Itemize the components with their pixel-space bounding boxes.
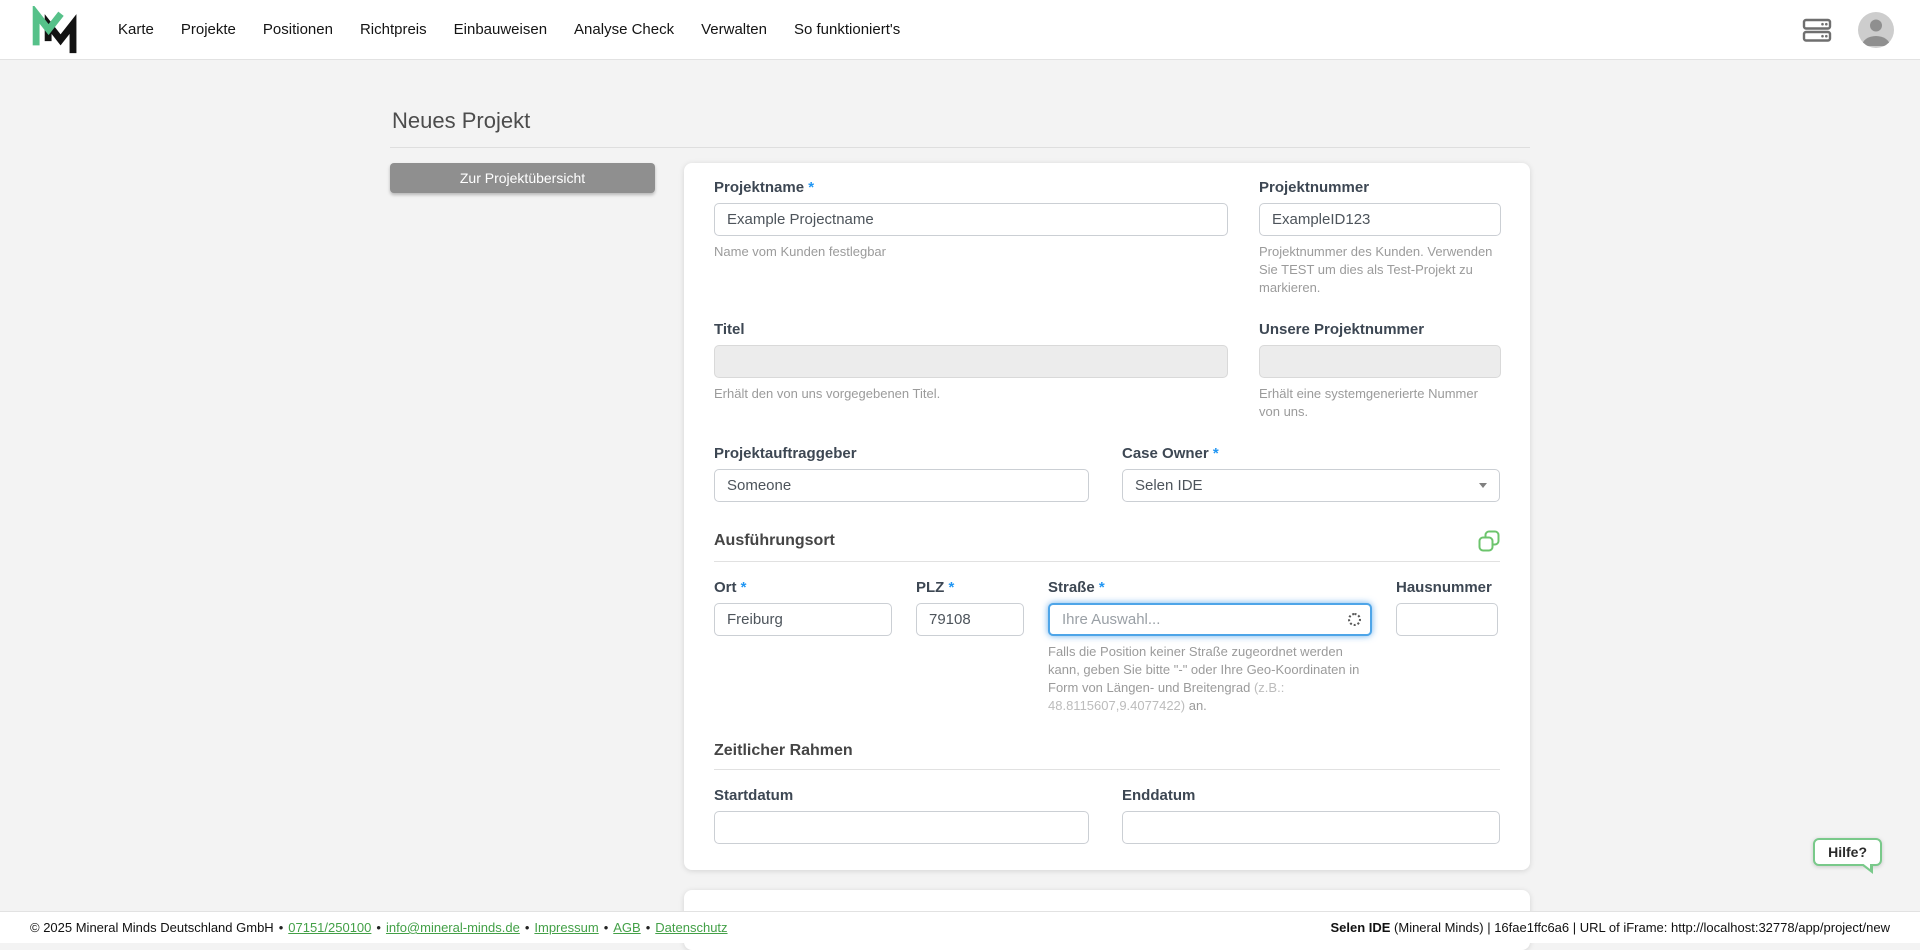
nav-item-richtpreis[interactable]: Richtpreis <box>360 21 427 38</box>
startdatum-label: Startdatum <box>714 787 1089 804</box>
top-navigation-bar: Karte Projekte Positionen Richtpreis Ein… <box>0 0 1920 60</box>
plz-input[interactable] <box>916 603 1024 636</box>
nav-item-positionen[interactable]: Positionen <box>263 21 333 38</box>
footer-link-agb[interactable]: AGB <box>613 920 640 935</box>
projektnummer-label: Projektnummer <box>1259 179 1501 196</box>
strasse-label: Straße * <box>1048 579 1372 596</box>
chevron-down-icon <box>1479 483 1487 488</box>
footer-bar: © 2025 Mineral Minds Deutschland GmbH•07… <box>0 911 1920 943</box>
startdatum-input[interactable] <box>714 811 1089 844</box>
section-title-zeitlicher-rahmen: Zeitlicher Rahmen <box>714 742 853 760</box>
help-button[interactable]: Hilfe? <box>1813 838 1882 866</box>
footer-link-impressum[interactable]: Impressum <box>534 920 598 935</box>
nav-item-so-funktionierts[interactable]: So funktioniert's <box>794 21 900 38</box>
titel-input <box>714 345 1228 378</box>
strasse-input[interactable] <box>1048 603 1372 636</box>
unsere-projektnummer-label: Unsere Projektnummer <box>1259 321 1501 338</box>
title-divider <box>390 147 1530 148</box>
plz-label: PLZ * <box>916 579 1024 596</box>
loading-spinner-icon <box>1348 613 1361 626</box>
copy-location-icon[interactable] <box>1478 530 1500 552</box>
footer-link-datenschutz[interactable]: Datenschutz <box>655 920 727 935</box>
enddatum-label: Enddatum <box>1122 787 1500 804</box>
nav-item-projekte[interactable]: Projekte <box>181 21 236 38</box>
projektauftraggeber-input[interactable] <box>714 469 1089 502</box>
projektnummer-input[interactable] <box>1259 203 1501 236</box>
server-rack-icon[interactable] <box>1802 17 1832 43</box>
required-asterisk: * <box>1213 445 1219 462</box>
footer-link-email[interactable]: info@mineral-minds.de <box>386 920 520 935</box>
required-asterisk: * <box>741 579 747 596</box>
section-title-ausfuehrungsort: Ausführungsort <box>714 532 835 550</box>
case-owner-selected-value: Selen IDE <box>1135 477 1203 494</box>
nav-item-einbauweisen[interactable]: Einbauweisen <box>454 21 547 38</box>
projektname-label: Projektname * <box>714 179 1228 196</box>
case-owner-label: Case Owner * <box>1122 445 1500 462</box>
footer-left: © 2025 Mineral Minds Deutschland GmbH•07… <box>30 920 728 935</box>
copyright-text: © 2025 Mineral Minds Deutschland GmbH <box>30 920 274 935</box>
titel-helper: Erhält den von uns vorgegebenen Titel. <box>714 385 1228 403</box>
required-asterisk: * <box>808 179 814 196</box>
hausnummer-input[interactable] <box>1396 603 1498 636</box>
project-form-card: Projektname * Name vom Kunden festlegbar… <box>684 163 1530 870</box>
unsere-projektnummer-helper: Erhält eine systemgenerierte Nummer von … <box>1259 385 1501 421</box>
footer-user-name: Selen IDE <box>1330 920 1390 935</box>
required-asterisk: * <box>949 579 955 596</box>
footer-session-info: (Mineral Minds) | 16fae1ffc6a6 | URL of … <box>1390 920 1890 935</box>
projektnummer-helper: Projektnummer des Kunden. Verwenden Sie … <box>1259 243 1501 297</box>
case-owner-select[interactable]: Selen IDE <box>1122 469 1500 502</box>
nav-item-analyse-check[interactable]: Analyse Check <box>574 21 674 38</box>
strasse-helper: Falls die Position keiner Straße zugeord… <box>1048 643 1372 715</box>
unsere-projektnummer-input <box>1259 345 1501 378</box>
ort-input[interactable] <box>714 603 892 636</box>
mineral-minds-logo[interactable] <box>26 6 84 54</box>
main-content: Neues Projekt Zur Projektübersicht Proje… <box>0 60 1920 950</box>
nav-item-karte[interactable]: Karte <box>118 21 154 38</box>
projektname-input[interactable] <box>714 203 1228 236</box>
hausnummer-label: Hausnummer <box>1396 579 1498 596</box>
required-asterisk: * <box>1099 579 1105 596</box>
user-avatar-icon[interactable] <box>1858 12 1894 48</box>
ort-label: Ort * <box>714 579 892 596</box>
main-nav: Karte Projekte Positionen Richtpreis Ein… <box>118 21 900 38</box>
page-title: Neues Projekt <box>392 108 1530 134</box>
titel-label: Titel <box>714 321 1228 338</box>
back-to-project-overview-button[interactable]: Zur Projektübersicht <box>390 163 655 193</box>
projektname-helper: Name vom Kunden festlegbar <box>714 243 1228 261</box>
footer-right: Selen IDE (Mineral Minds) | 16fae1ffc6a6… <box>1330 920 1890 935</box>
footer-link-phone[interactable]: 07151/250100 <box>288 920 371 935</box>
enddatum-input[interactable] <box>1122 811 1500 844</box>
projektauftraggeber-label: Projektauftraggeber <box>714 445 1089 462</box>
nav-item-verwalten[interactable]: Verwalten <box>701 21 767 38</box>
